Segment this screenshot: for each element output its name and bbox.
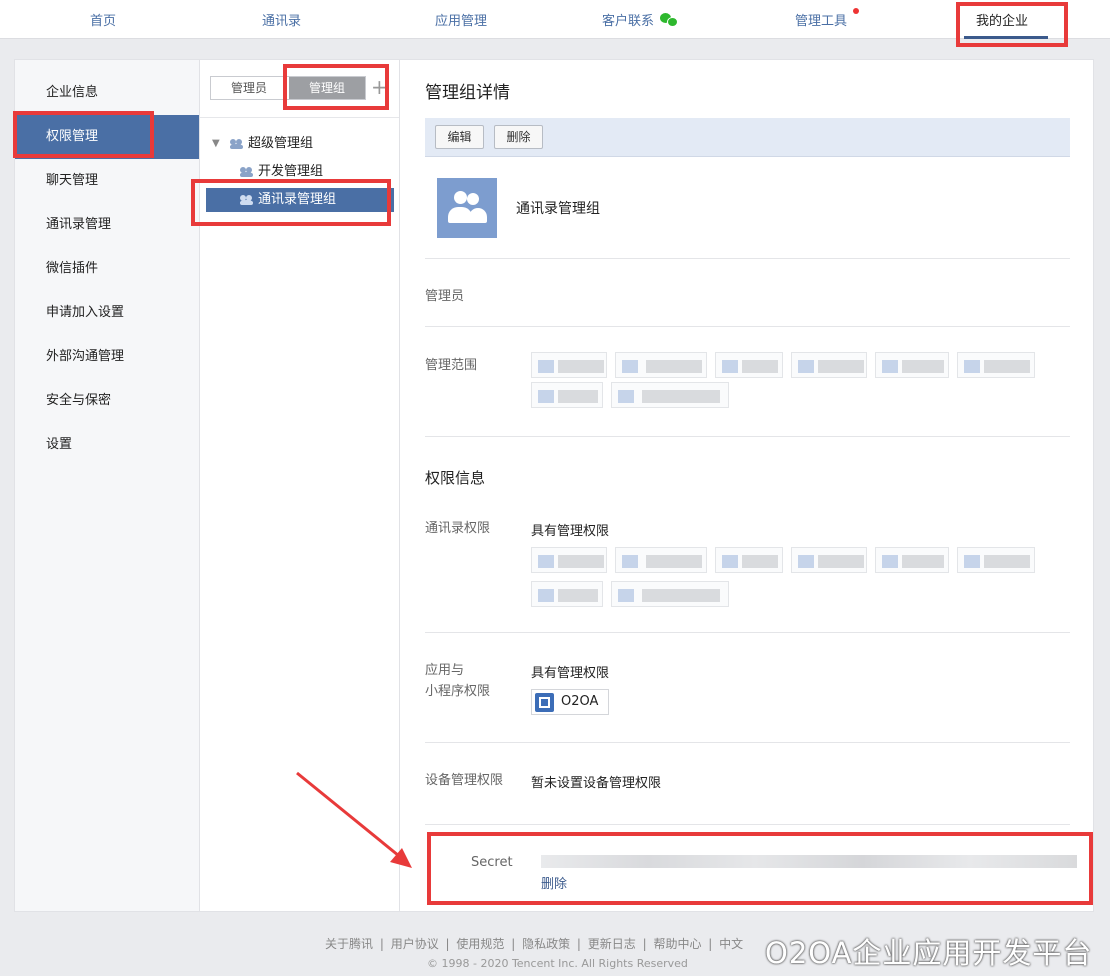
nav-home[interactable]: 首页 xyxy=(90,10,116,29)
copyright: © 1998 - 2020 Tencent Inc. All Rights Re… xyxy=(427,957,688,970)
sidebar-item-chat[interactable]: 聊天管理 xyxy=(15,159,199,203)
annotation-box xyxy=(427,832,1093,905)
nav-contacts[interactable]: 通讯录 xyxy=(262,10,301,29)
delete-button[interactable]: 删除 xyxy=(494,125,543,149)
scope-label: 管理范围 xyxy=(425,358,478,373)
app-permission-label-line1: 应用与 xyxy=(425,663,465,678)
tab-admins[interactable]: 管理员 xyxy=(211,77,287,99)
watermark: O2OA企业应用开发平台 xyxy=(765,936,1093,970)
nav-admin-tools[interactable]: 管理工具 xyxy=(795,10,847,29)
divider xyxy=(425,742,1070,743)
footer-link-language[interactable]: 中文 xyxy=(719,937,743,951)
sidebar-item-external[interactable]: 外部沟通管理 xyxy=(15,335,199,379)
annotation-box xyxy=(13,111,154,158)
main-card: 企业信息 权限管理 聊天管理 通讯录管理 微信插件 申请加入设置 外部沟通管理 … xyxy=(14,59,1094,912)
nav-customer-contact-label: 客户联系 xyxy=(602,14,655,29)
tree-item-label: 超级管理组 xyxy=(248,136,314,151)
contacts-permission-value: 具有管理权限 xyxy=(531,524,610,539)
app-chip: O2OA xyxy=(531,689,609,715)
app-icon xyxy=(535,693,554,712)
page-title: 管理组详情 xyxy=(425,83,510,103)
sidebar-item-contacts[interactable]: 通讯录管理 xyxy=(15,203,199,247)
permission-section-title: 权限信息 xyxy=(425,469,486,487)
device-permission-label: 设备管理权限 xyxy=(425,773,504,788)
divider xyxy=(425,326,1070,327)
top-nav: 首页 通讯录 应用管理 客户联系 管理工具 我的企业 xyxy=(0,0,1110,39)
device-permission-value: 暂未设置设备管理权限 xyxy=(531,776,662,791)
group-icon xyxy=(230,139,244,149)
admin-label: 管理员 xyxy=(425,289,465,304)
contacts-permission-label: 通讯录权限 xyxy=(425,521,491,536)
group-icon xyxy=(240,167,254,177)
sidebar-item-settings[interactable]: 设置 xyxy=(15,423,199,467)
divider xyxy=(425,824,1070,825)
app-permission-value: 具有管理权限 xyxy=(531,666,610,681)
footer-link-terms[interactable]: 用户协议 xyxy=(391,937,439,951)
annotation-box xyxy=(283,64,389,110)
tree-item-super-admin[interactable]: ▼ 超级管理组 xyxy=(200,132,399,156)
group-name: 通讯录管理组 xyxy=(516,201,600,217)
sidebar-item-wechat-plugin[interactable]: 微信插件 xyxy=(15,247,199,291)
nav-customer-contact[interactable]: 客户联系 xyxy=(602,10,679,29)
footer-link-changelog[interactable]: 更新日志 xyxy=(588,937,636,951)
app-permission-label-line2: 小程序权限 xyxy=(425,684,491,699)
sidebar: 企业信息 权限管理 聊天管理 通讯录管理 微信插件 申请加入设置 外部沟通管理 … xyxy=(15,60,200,911)
footer-link-privacy[interactable]: 隐私政策 xyxy=(522,937,570,951)
footer-links: 关于腾讯 | 用户协议 | 使用规范 | 隐私政策 | 更新日志 | 帮助中心 … xyxy=(325,937,744,951)
edit-button[interactable]: 编辑 xyxy=(435,125,484,149)
footer-link-about[interactable]: 关于腾讯 xyxy=(325,937,373,951)
divider xyxy=(200,117,399,118)
annotation-box xyxy=(956,2,1068,47)
divider xyxy=(425,436,1070,437)
divider xyxy=(425,258,1070,259)
group-avatar xyxy=(437,178,497,238)
footer-link-rules[interactable]: 使用规范 xyxy=(456,937,504,951)
sidebar-item-join-settings[interactable]: 申请加入设置 xyxy=(15,291,199,335)
footer-link-help[interactable]: 帮助中心 xyxy=(653,937,701,951)
group-detail: 管理组详情 编辑 删除 通讯录管理组 管理员 管理范围 权限信息 通讯录权限 具… xyxy=(400,60,1093,911)
app-permission-label: 应用与 小程序权限 xyxy=(425,660,490,702)
app-name: O2OA xyxy=(561,694,599,709)
nav-app-management[interactable]: 应用管理 xyxy=(435,10,487,29)
sidebar-item-enterprise-info[interactable]: 企业信息 xyxy=(15,71,199,115)
divider xyxy=(425,632,1070,633)
wechat-icon xyxy=(660,13,679,27)
sidebar-item-security[interactable]: 安全与保密 xyxy=(15,379,199,423)
notification-dot xyxy=(853,8,859,14)
annotation-box xyxy=(191,179,391,226)
detail-toolbar: 编辑 删除 xyxy=(425,118,1070,157)
collapse-arrow-icon[interactable]: ▼ xyxy=(212,132,220,156)
